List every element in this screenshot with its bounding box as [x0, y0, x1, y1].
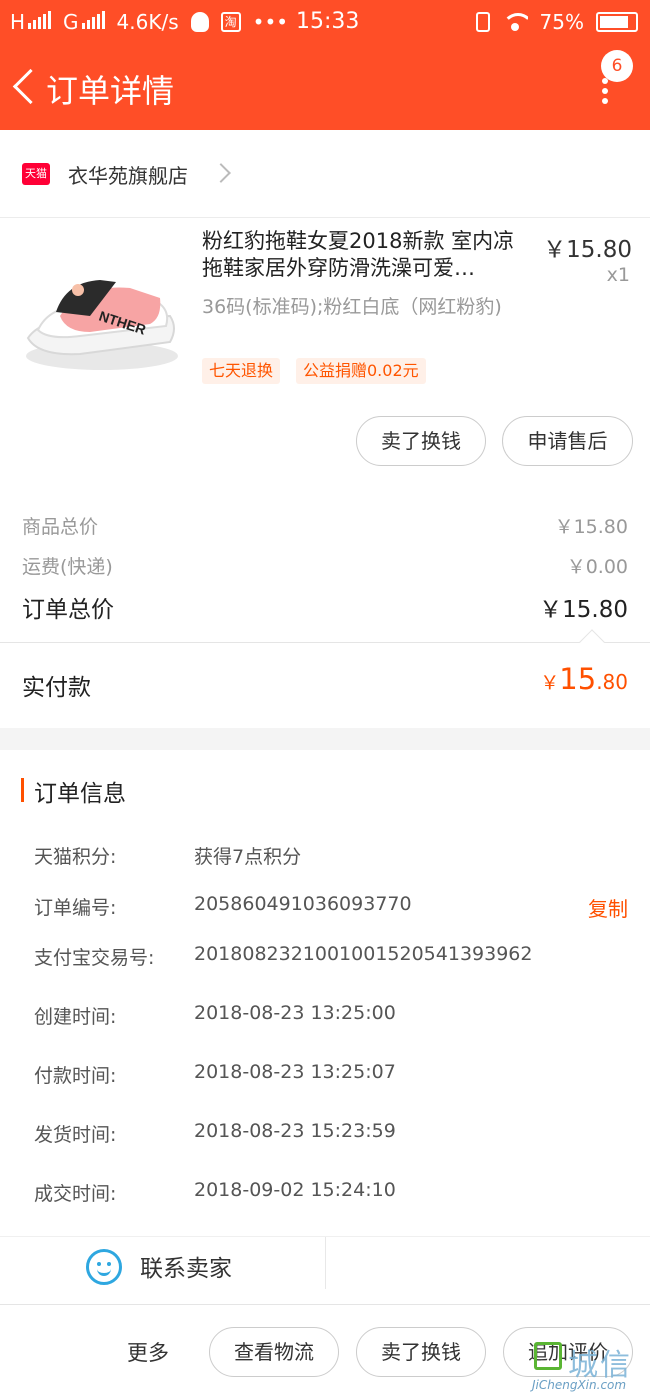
shipping-value: ￥0.00: [566, 556, 628, 578]
order-total-value: ￥15.80: [539, 597, 628, 623]
signal-icon: [28, 11, 52, 29]
chevron-right-icon: [211, 163, 231, 183]
info-value: 2018-08-23 13:25:00: [194, 1002, 396, 1024]
product-title[interactable]: 粉红豹拖鞋女夏2018新款 室内凉拖鞋家居外穿防滑洗澡可爱…: [202, 228, 532, 282]
info-label: 付款时间:: [34, 1065, 117, 1087]
nav-header: 订单详情 6: [0, 46, 650, 130]
product-card: NTHER 粉红豹拖鞋女夏2018新款 室内凉拖鞋家居外穿防滑洗澡可爱… ￥15…: [0, 218, 650, 490]
more-menu-icon[interactable]: [602, 78, 610, 104]
back-arrow-icon[interactable]: [10, 66, 40, 110]
info-value: 2018-08-23 13:25:07: [194, 1061, 396, 1083]
top-bar: H G 4.6K/s 淘 ••• 15:33 75% 订单详情 6: [0, 0, 650, 130]
status-bar: H G 4.6K/s 淘 ••• 15:33 75%: [0, 0, 650, 46]
paid-integer: 15: [559, 662, 597, 696]
divider: [0, 642, 650, 643]
tag-seven-day-return: 七天退换: [202, 358, 281, 384]
after-sales-button[interactable]: 申请售后: [502, 416, 633, 466]
signal-icon: [81, 11, 105, 29]
info-value: 2018082321001001520541393962: [194, 943, 533, 965]
clock: 15:33: [296, 9, 360, 34]
watermark-logo-icon: [534, 1342, 562, 1370]
price-summary: 商品总价 ￥15.80 运费(快递) ￥0.00 订单总价 ￥15.80 实付款…: [0, 490, 650, 728]
info-label: 创建时间:: [34, 1006, 117, 1028]
info-label: 天猫积分:: [34, 846, 117, 868]
vibrate-icon: [475, 12, 490, 32]
more-notifications-icon: •••: [252, 10, 289, 34]
info-label: 成交时间:: [34, 1183, 117, 1205]
wifi-icon: [501, 13, 528, 31]
paid-amount: ￥15.80: [540, 662, 628, 696]
info-label: 订单编号:: [34, 897, 117, 919]
carrier-2: G: [63, 10, 105, 34]
product-quantity: x1: [606, 264, 630, 286]
order-info-section: 订单信息 天猫积分: 获得7点积分 订单编号: 2058604910360937…: [0, 750, 650, 1236]
sell-for-cash-button[interactable]: 卖了换钱: [356, 416, 486, 466]
divider-notch: [579, 629, 605, 655]
battery-icon: [596, 12, 638, 32]
page-title: 订单详情: [46, 72, 175, 110]
tmall-logo-icon: 天猫: [22, 163, 50, 185]
qq-icon: [190, 12, 209, 32]
info-value: 205860491036093770: [194, 893, 412, 915]
shipping-label: 运费(快递): [22, 556, 113, 578]
view-logistics-button[interactable]: 查看物流: [209, 1327, 339, 1377]
goods-total-label: 商品总价: [22, 516, 99, 538]
order-info-heading: 订单信息: [34, 781, 126, 807]
order-total-label: 订单总价: [22, 597, 114, 623]
taobao-icon: 淘: [220, 12, 241, 32]
product-sku: 36码(标准码);粉红白底（网红粉豹): [202, 296, 502, 318]
product-price: ￥15.80: [543, 237, 632, 263]
carrier-1: H: [10, 10, 52, 34]
chat-smile-icon[interactable]: [86, 1249, 122, 1285]
info-value: 2018-08-23 15:23:59: [194, 1120, 396, 1142]
watermark-url: JiChengXin.com: [532, 1378, 627, 1392]
goods-total-value: ￥15.80: [554, 516, 628, 538]
shop-row[interactable]: 天猫 衣华苑旗舰店: [0, 130, 650, 218]
vertical-divider: [325, 1237, 326, 1289]
product-image[interactable]: NTHER: [20, 258, 180, 378]
site-watermark: 城信 JiChengXin.com: [528, 1340, 650, 1396]
info-label: 发货时间:: [34, 1124, 117, 1146]
carrier-1-label: H: [10, 10, 26, 34]
contact-seller-button[interactable]: 联系卖家: [140, 1249, 232, 1283]
shop-name: 衣华苑旗舰店: [68, 164, 188, 188]
paid-decimal: .80: [596, 670, 628, 694]
section-accent-bar: [21, 778, 24, 802]
carrier-2-label: G: [63, 10, 79, 34]
sell-for-cash-bottom-button[interactable]: 卖了换钱: [356, 1327, 486, 1377]
tag-charity: 公益捐赠0.02元: [296, 358, 426, 384]
network-speed: 4.6K/s: [116, 10, 179, 34]
contact-seller-bar: 联系卖家: [0, 1236, 650, 1304]
paid-label: 实付款: [22, 675, 91, 701]
info-label: 支付宝交易号:: [34, 947, 155, 969]
info-value: 获得7点积分: [194, 846, 302, 868]
paid-currency: ￥: [540, 672, 560, 694]
copy-button[interactable]: 复制: [588, 893, 628, 922]
info-value: 2018-09-02 15:24:10: [194, 1179, 396, 1201]
battery-percent: 75%: [539, 10, 584, 34]
more-button[interactable]: 更多: [127, 1337, 169, 1367]
